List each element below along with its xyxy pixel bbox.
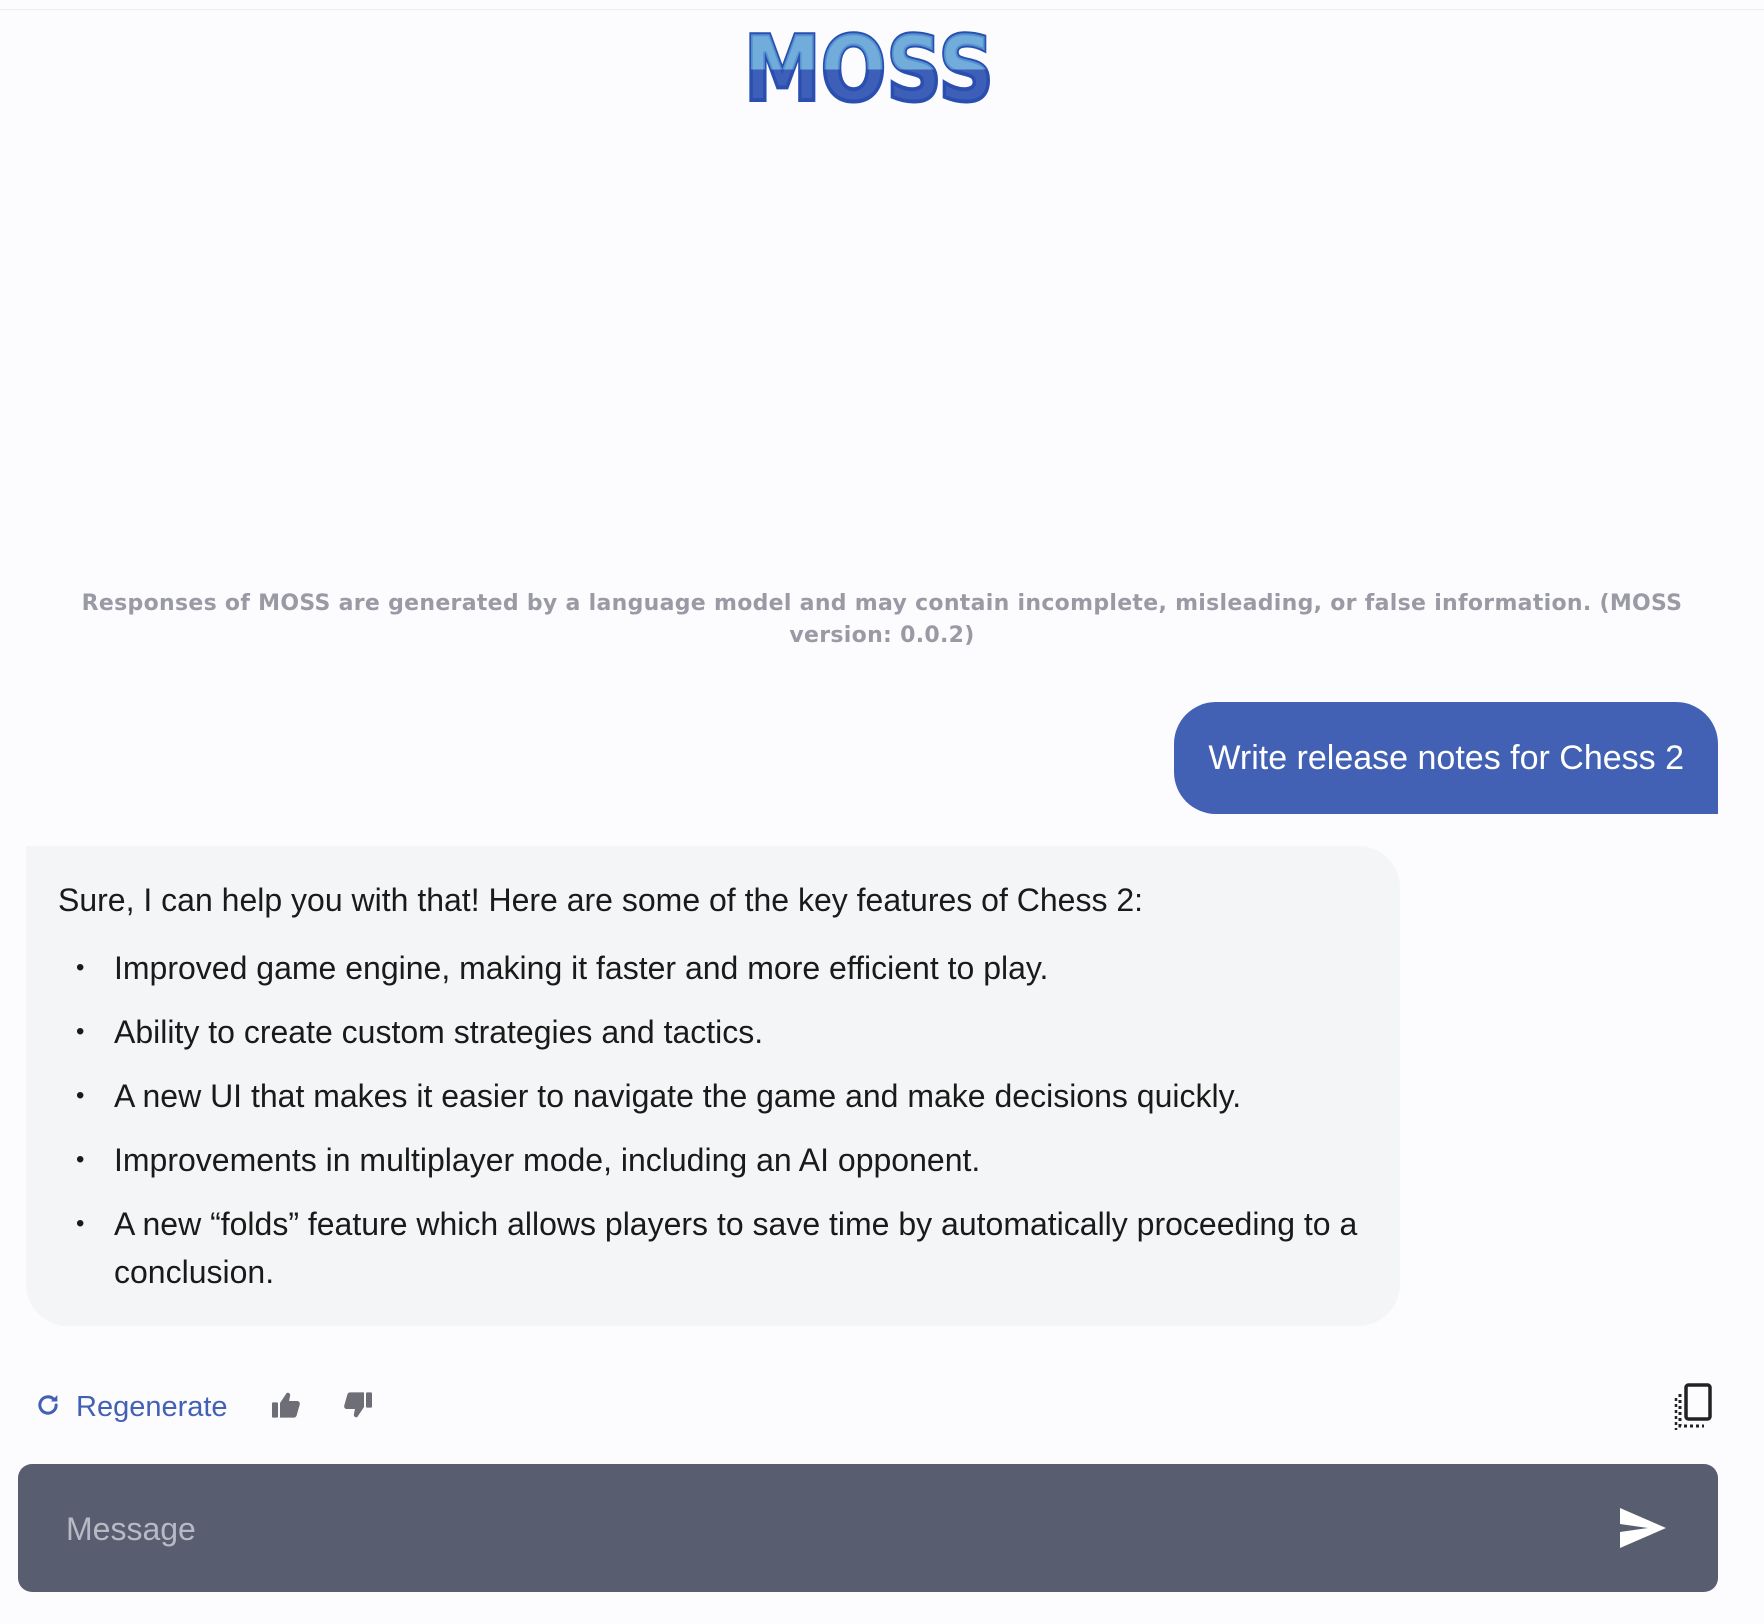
message-actions: Regenerate [34, 1382, 380, 1432]
list-item: • A new UI that makes it easier to naviga… [58, 1072, 1366, 1120]
bullet-icon: • [76, 1210, 85, 1237]
list-item: • Ability to create custom strategies and… [58, 1008, 1366, 1056]
refresh-icon [34, 1391, 62, 1424]
assistant-intro-text: Sure, I can help you with that! Here are… [58, 882, 1144, 918]
bullet-icon: • [76, 954, 85, 981]
moss-logo: MOSS MOSS MOSS [742, 22, 998, 108]
thumbs-down-button[interactable] [336, 1385, 380, 1429]
assistant-message-bubble: Sure, I can help you with that! Here are… [26, 846, 1400, 1326]
regenerate-button[interactable]: Regenerate [34, 1391, 228, 1424]
message-input[interactable] [64, 1464, 1568, 1594]
list-item: • Improved game engine, making it faster … [58, 944, 1366, 992]
bullet-icon: • [76, 1018, 85, 1045]
bullet-icon: • [76, 1082, 85, 1109]
feature-list: • Improved game engine, making it faster … [58, 944, 1366, 1296]
send-button[interactable] [1618, 1504, 1668, 1552]
regenerate-label: Regenerate [76, 1390, 228, 1423]
bullet-icon: • [76, 1146, 85, 1173]
user-message-bubble: Write release notes for Chess 2 [1174, 702, 1718, 814]
chat-page: MOSS MOSS MOSS Responses of MOSS are gen… [0, 0, 1764, 1624]
thumbs-down-icon [341, 1389, 375, 1426]
copy-button[interactable] [1672, 1382, 1718, 1432]
model-disclaimer: Responses of MOSS are generated by a lan… [81, 591, 1683, 648]
top-divider [0, 9, 1764, 10]
thumbs-up-button[interactable] [264, 1385, 308, 1429]
list-item: • A new “folds” feature which allows play… [58, 1200, 1366, 1296]
thumbs-up-icon [269, 1389, 303, 1426]
copy-icon [1672, 1383, 1718, 1436]
message-composer [18, 1464, 1718, 1594]
list-item: • Improvements in multiplayer mode, inclu… [58, 1136, 1366, 1184]
send-icon [1618, 1508, 1668, 1556]
